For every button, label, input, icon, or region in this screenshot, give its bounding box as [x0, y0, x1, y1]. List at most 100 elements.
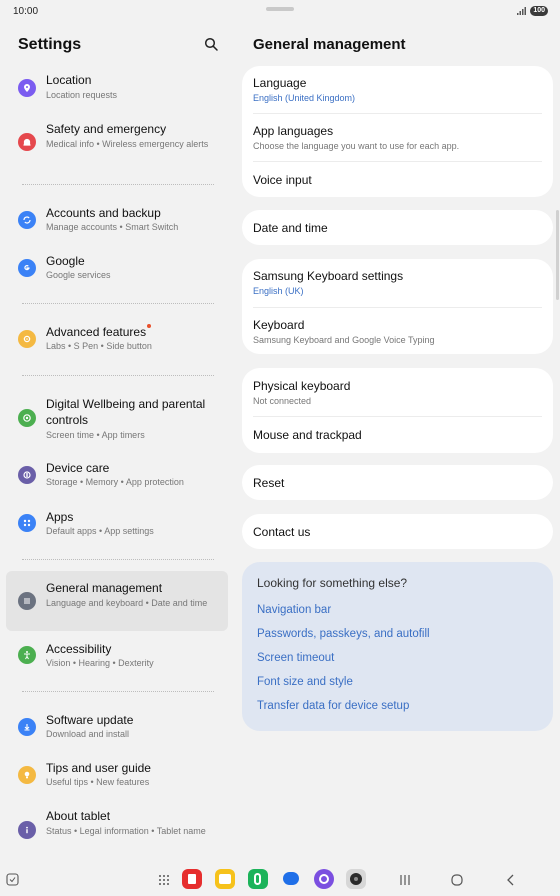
- sidebar-item-subtitle: Labs • S Pen • Side button: [46, 341, 152, 351]
- info-icon: [18, 821, 36, 839]
- sliders-icon: [18, 592, 36, 610]
- sidebar-item-label: Tips and user guide: [46, 761, 151, 775]
- divider: [22, 375, 214, 376]
- language-card: Language English (United Kingdom) App la…: [242, 66, 553, 197]
- internet-app-icon[interactable]: [314, 869, 334, 889]
- wellbeing-heart-icon: [18, 409, 36, 427]
- search-icon[interactable]: [204, 37, 219, 52]
- sidebar-item-label: Software update: [46, 713, 134, 727]
- suggestion-link[interactable]: Screen timeout: [257, 652, 334, 664]
- row-title: Contact us: [253, 525, 311, 539]
- navigation-bar: [0, 864, 560, 896]
- sidebar-item-digital-wellbeing[interactable]: Digital Wellbeing and parental controls …: [6, 394, 228, 444]
- notes-app-icon[interactable]: [215, 869, 235, 889]
- google-icon: [18, 259, 36, 277]
- sidebar-item-general-management[interactable]: General management Language and keyboard…: [6, 571, 228, 631]
- divider: [22, 184, 214, 185]
- home-icon[interactable]: [451, 874, 463, 886]
- divider: [22, 559, 214, 560]
- sidebar-item-subtitle: Location requests: [46, 90, 118, 100]
- sidebar-item-tips[interactable]: Tips and user guide Useful tips • New fe…: [6, 758, 228, 794]
- divider: [22, 691, 214, 692]
- row-title: Keyboard: [253, 318, 305, 332]
- sidebar-item-subtitle: Medical info • Wireless emergency alerts: [46, 139, 209, 149]
- sidebar-item-label: About tablet: [46, 809, 111, 823]
- sidebar-item-subtitle: Language and keyboard • Date and time: [46, 598, 208, 608]
- device-care-icon: [18, 466, 36, 484]
- sidebar-item-label: Digital Wellbeing and parental controls: [46, 397, 206, 427]
- location-pin-icon: [18, 79, 36, 97]
- scrollbar[interactable]: [556, 210, 559, 300]
- sidebar-item-label: Device care: [46, 461, 110, 475]
- sidebar-item-label: Safety and emergency: [46, 122, 167, 136]
- sidebar-item-label: General management: [46, 581, 163, 595]
- row-subtitle: Choose the language you want to use for …: [253, 141, 460, 151]
- row-title: Physical keyboard: [253, 379, 351, 393]
- sidebar-item-apps[interactable]: Apps Default apps • App settings: [6, 507, 228, 543]
- sidebar-item-location[interactable]: Location Location requests: [6, 70, 228, 106]
- page-title: General management: [253, 36, 406, 53]
- accessibility-icon: [18, 646, 36, 664]
- sidebar-item-subtitle: Storage • Memory • App protection: [46, 477, 184, 487]
- voice-input-row[interactable]: Voice input: [253, 173, 312, 187]
- suggestion-link[interactable]: Font size and style: [257, 676, 353, 688]
- suggestion-link[interactable]: Passwords, passkeys, and autofill: [257, 628, 430, 640]
- apps-drawer-icon[interactable]: [158, 874, 170, 886]
- suggestion-link[interactable]: Transfer data for device setup: [257, 700, 409, 712]
- date-time-card[interactable]: Date and time: [242, 210, 553, 245]
- keyboard-card: Samsung Keyboard settings English (UK) K…: [242, 259, 553, 354]
- row-title: Date and time: [253, 221, 328, 235]
- divider: [22, 303, 214, 304]
- row-title: Language: [253, 76, 307, 90]
- sidebar-item-label: Accounts and backup: [46, 206, 161, 220]
- sidebar-item-subtitle: Useful tips • New features: [46, 777, 150, 787]
- divider: [253, 113, 542, 114]
- sidebar-item-advanced-features[interactable]: Advanced features Labs • S Pen • Side bu…: [6, 322, 228, 358]
- sidebar-item-about-tablet[interactable]: About tablet Status • Legal information …: [6, 806, 228, 854]
- flipboard-app-icon[interactable]: [182, 869, 202, 889]
- sidebar-item-google[interactable]: Google Google services: [6, 251, 228, 287]
- sidebar-item-label: Accessibility: [46, 642, 112, 656]
- messages-app-icon[interactable]: [281, 869, 301, 889]
- row-subtitle: Samsung Keyboard and Google Voice Typing: [253, 335, 435, 345]
- sidebar-item-subtitle: Screen time • App timers: [46, 430, 145, 440]
- suggestion-link[interactable]: Navigation bar: [257, 604, 331, 616]
- sidebar-item-device-care[interactable]: Device care Storage • Memory • App prote…: [6, 458, 228, 494]
- sidebar-item-subtitle: Manage accounts • Smart Switch: [46, 222, 179, 232]
- contact-us-card[interactable]: Contact us: [242, 514, 553, 549]
- sidebar-item-label: Advanced features: [46, 324, 226, 340]
- row-title: Samsung Keyboard settings: [253, 269, 404, 283]
- row-subtitle: Not connected: [253, 396, 312, 406]
- sidebar-item-label: Apps: [46, 510, 74, 524]
- settings-title: Settings: [18, 36, 82, 53]
- row-subtitle: English (United Kingdom): [253, 93, 356, 103]
- status-time: 10:00: [13, 6, 39, 17]
- sidebar-item-subtitle: Status • Legal information • Tablet name: [46, 826, 206, 836]
- apps-grid-icon: [18, 514, 36, 532]
- sidebar-item-label: Google: [46, 254, 85, 268]
- recent-apps-icon[interactable]: [399, 874, 411, 886]
- row-subtitle: English (UK): [253, 286, 304, 296]
- sidebar-item-subtitle: Default apps • App settings: [46, 526, 154, 536]
- back-icon[interactable]: [505, 874, 517, 886]
- reset-card[interactable]: Reset: [242, 465, 553, 500]
- sidebar-item-accessibility[interactable]: Accessibility Vision • Hearing • Dexteri…: [6, 639, 228, 675]
- divider: [253, 416, 542, 417]
- emergency-bell-icon: [18, 133, 36, 151]
- sidebar-item-safety[interactable]: Safety and emergency Medical info • Wire…: [6, 118, 228, 166]
- sidebar-item-accounts[interactable]: Accounts and backup Manage accounts • Sm…: [6, 203, 228, 239]
- edge-panel-icon[interactable]: [6, 873, 19, 886]
- sidebar-item-software-update[interactable]: Software update Download and install: [6, 710, 228, 746]
- battery-icon: 100: [530, 6, 548, 16]
- camera-app-icon[interactable]: [346, 869, 366, 889]
- suggestions-card: Looking for something else? Navigation b…: [242, 562, 553, 731]
- mouse-trackpad-row[interactable]: Mouse and trackpad: [253, 428, 362, 442]
- new-badge-dot: [147, 324, 152, 328]
- status-bar: 10:00 100: [0, 0, 560, 24]
- phone-app-icon[interactable]: [248, 869, 268, 889]
- drag-handle[interactable]: [266, 7, 294, 11]
- row-title: Reset: [253, 476, 285, 490]
- signal-icon: [517, 7, 526, 15]
- physical-keyboard-card: Physical keyboard Not connected Mouse an…: [242, 368, 553, 453]
- sync-icon: [18, 211, 36, 229]
